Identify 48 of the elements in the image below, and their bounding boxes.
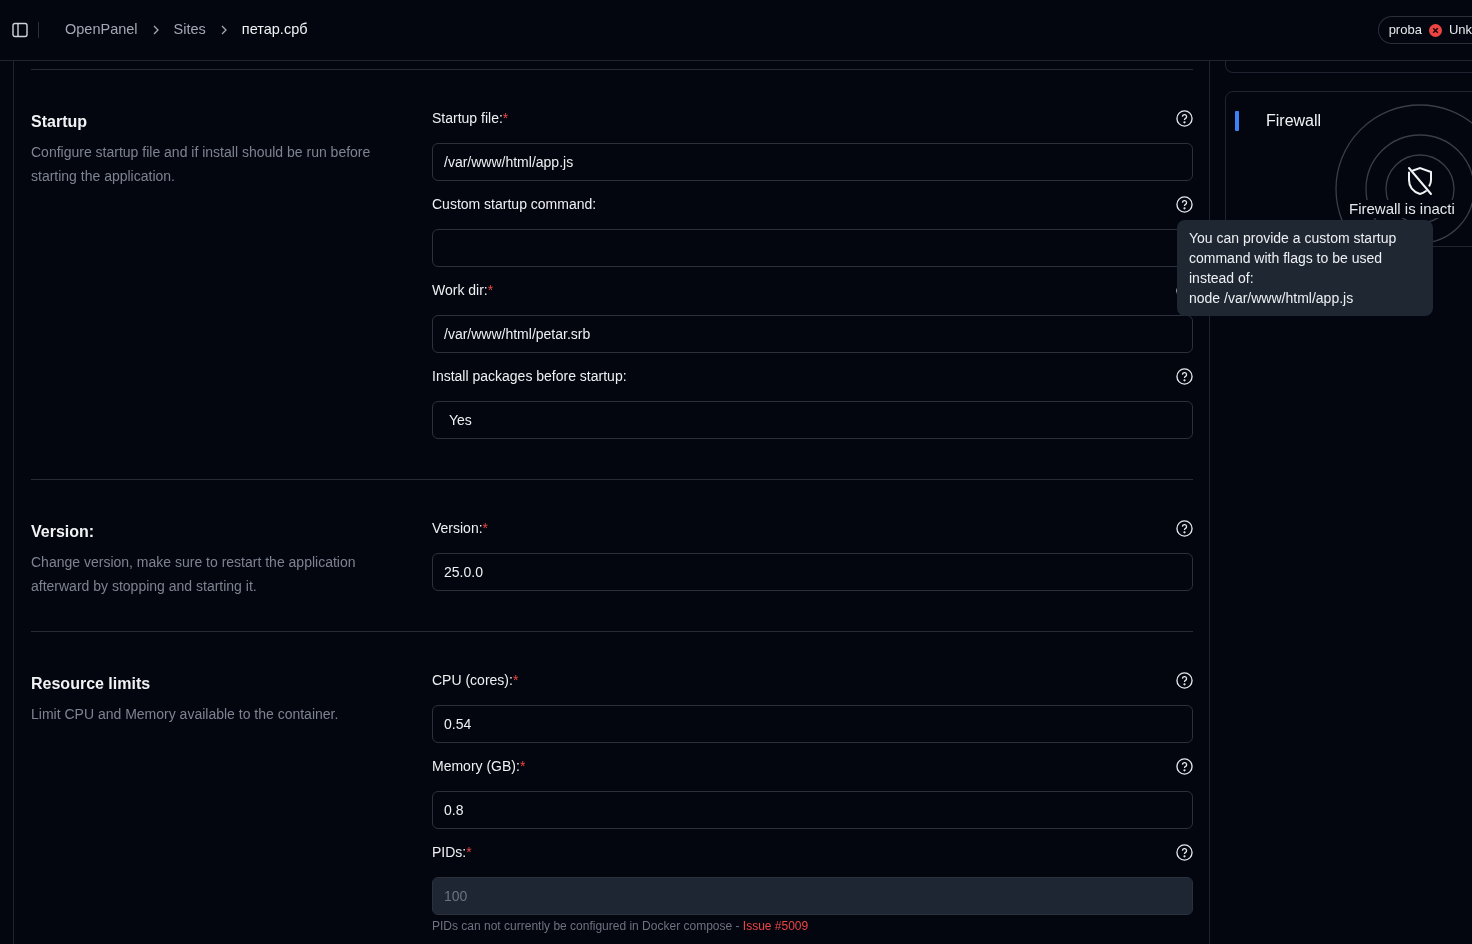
account-name: proba <box>1388 21 1422 40</box>
breadcrumb-current: петар.срб <box>241 20 308 40</box>
input-field[interactable]: 0.8 <box>432 791 1193 829</box>
error-icon <box>1428 23 1442 37</box>
help-icon[interactable] <box>1176 671 1193 689</box>
sidebar-toggle-icon[interactable] <box>12 22 28 38</box>
required-mark: * <box>466 842 472 862</box>
breadcrumb-link[interactable]: Sites <box>173 19 206 41</box>
section-title: Startup <box>31 112 88 132</box>
chevron-icon <box>151 25 160 35</box>
required-mark: * <box>512 670 519 690</box>
field-label: Custom startup command: <box>432 194 597 214</box>
help-icon[interactable] <box>1176 195 1193 213</box>
help-icon[interactable] <box>1176 519 1193 537</box>
shield-off-icon <box>1406 166 1434 196</box>
field-label: Startup file: <box>432 108 503 128</box>
required-mark: * <box>482 518 489 538</box>
field-label: Work dir: <box>432 280 488 300</box>
account-status: Unk <box>1448 21 1472 40</box>
help-icon[interactable] <box>1176 757 1193 775</box>
required-mark: * <box>487 280 494 300</box>
tooltip: You can provide a custom startup command with flags to be used instead of: node /var/www/html/app.js <box>1177 220 1433 316</box>
field-label: Memory (GB): <box>432 756 520 776</box>
help-note: PIDs can not currently be configured in Docker compose - Issue #5009 <box>432 918 810 935</box>
field-label: Version: <box>432 518 483 538</box>
help-icon[interactable] <box>1176 109 1193 127</box>
required-mark: * <box>519 756 526 776</box>
accent-bar <box>1235 111 1239 131</box>
firewall-title: Firewall <box>1266 111 1322 131</box>
field-label: CPU (cores): <box>432 670 513 690</box>
input-field[interactable]: 25.0.0 <box>432 553 1193 591</box>
section-description: Limit CPU and Memory available to the container. <box>31 705 340 724</box>
input-field[interactable]: 0.54 <box>432 705 1193 743</box>
section-title: Resource limits <box>31 674 152 694</box>
section-description: Change version, make sure to restart the application afterward by stopping and starting it. <box>31 553 357 596</box>
input-field[interactable]: /var/www/html/app.js <box>432 143 1193 181</box>
chevron-icon <box>219 25 228 35</box>
select-field[interactable]: Yes <box>432 401 1193 439</box>
field-label: Install packages before startup: <box>432 366 627 386</box>
help-icon[interactable] <box>1176 843 1193 861</box>
section-description: Configure startup file and if install should be run before starting the application. <box>31 143 372 186</box>
input-field[interactable]: /var/www/html/petar.srb <box>432 315 1193 353</box>
breadcrumb-link[interactable]: OpenPanel <box>65 19 138 41</box>
firewall-status: Firewall is inacti <box>1349 200 1455 218</box>
section-title: Version: <box>31 522 96 542</box>
required-mark: * <box>502 108 509 128</box>
help-icon[interactable] <box>1176 367 1193 385</box>
field-label: PIDs: <box>432 842 467 862</box>
